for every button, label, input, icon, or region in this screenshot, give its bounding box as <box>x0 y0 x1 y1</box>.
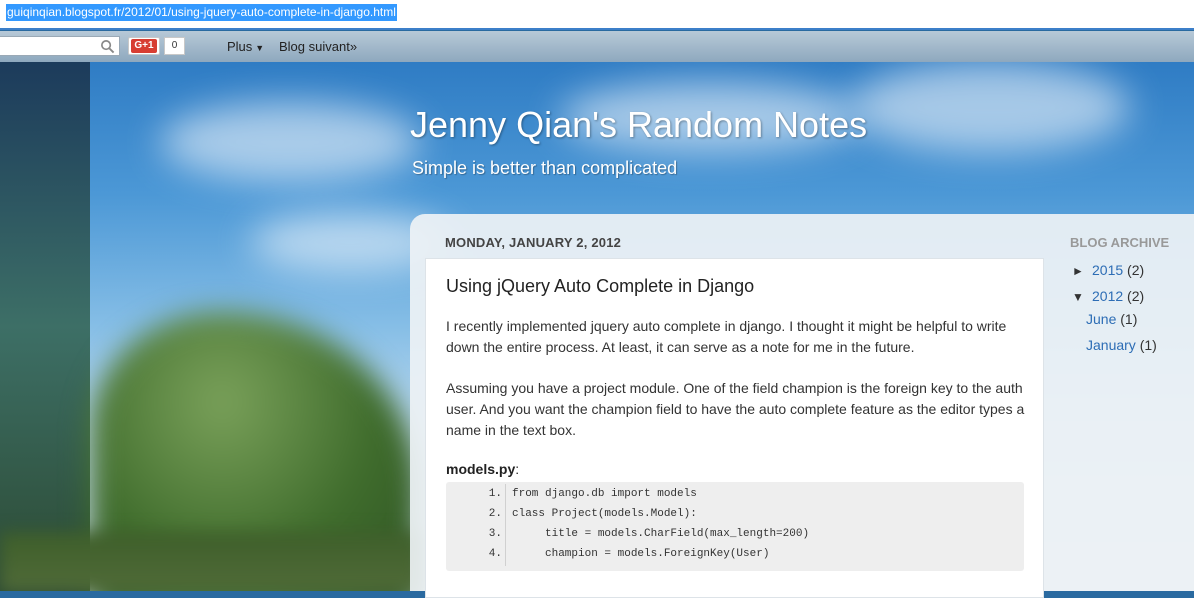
address-bar[interactable]: guiqinqian.blogspot.fr/2012/01/using-jqu… <box>0 0 1194 30</box>
archive-month-june[interactable]: June (1) <box>1086 311 1137 327</box>
gplus-button[interactable]: G+1 <box>128 37 160 55</box>
gplus-count: 0 <box>164 37 185 55</box>
code-filename-text: models.py <box>446 461 516 477</box>
post-paragraph: I recently implemented jquery auto compl… <box>446 318 1007 355</box>
archive-month-january[interactable]: January (1) <box>1086 337 1157 353</box>
blog-archive-heading: BLOG ARCHIVE <box>1070 235 1170 250</box>
code-line: champion = models.ForeignKey(User) <box>512 548 770 560</box>
code-line: from django.db import models <box>512 488 697 500</box>
more-label: Plus <box>227 39 253 54</box>
search-input[interactable] <box>0 36 120 56</box>
post-title[interactable]: Using jQuery Auto Complete in Django <box>446 276 754 297</box>
blog-title[interactable]: Jenny Qian's Random Notes <box>410 104 867 146</box>
archive-year-link[interactable]: 2015 <box>1092 262 1123 278</box>
archive-month-link[interactable]: January <box>1086 337 1136 353</box>
code-line: class Project(models.Model): <box>512 508 697 520</box>
blogger-navbar: G+1 0 Plus ▼ Blog suivant» <box>0 31 1194 63</box>
archive-count: (2) <box>1127 262 1145 278</box>
code-line: title = models.CharField(max_length=200) <box>512 528 810 540</box>
collapse-arrow-icon[interactable]: ▼ <box>1072 290 1092 304</box>
blog-description: Simple is better than complicated <box>412 158 678 178</box>
archive-month-link[interactable]: June <box>1086 311 1116 327</box>
post-paragraph: Assuming you have a project module. One … <box>446 380 1025 438</box>
code-filename: models.py: <box>446 461 519 477</box>
line-number: 4. <box>488 548 502 560</box>
archive-count: (1) <box>1120 311 1138 327</box>
line-number: 3. <box>488 528 502 540</box>
archive-year-2012[interactable]: ▼ 2012 (2) <box>1072 288 1144 304</box>
caret-down-icon: ▼ <box>255 43 265 53</box>
archive-count: (2) <box>1127 288 1145 304</box>
url-text[interactable]: guiqinqian.blogspot.fr/2012/01/using-jqu… <box>6 4 397 21</box>
line-number: 2. <box>488 508 502 520</box>
archive-count: (1) <box>1139 337 1157 353</box>
search-icon[interactable] <box>100 39 115 54</box>
line-number: 1. <box>488 488 502 500</box>
more-menu[interactable]: Plus ▼ <box>227 39 264 54</box>
archive-year-2015[interactable]: ► 2015 (2) <box>1072 262 1144 278</box>
code-filename-suffix: : <box>515 461 520 477</box>
expand-arrow-icon[interactable]: ► <box>1072 264 1092 278</box>
code-gutter <box>505 484 506 566</box>
post-date: MONDAY, JANUARY 2, 2012 <box>445 235 622 250</box>
next-blog-link[interactable]: Blog suivant» <box>279 39 357 54</box>
archive-year-link[interactable]: 2012 <box>1092 288 1123 304</box>
gplus-label: G+1 <box>131 39 157 53</box>
